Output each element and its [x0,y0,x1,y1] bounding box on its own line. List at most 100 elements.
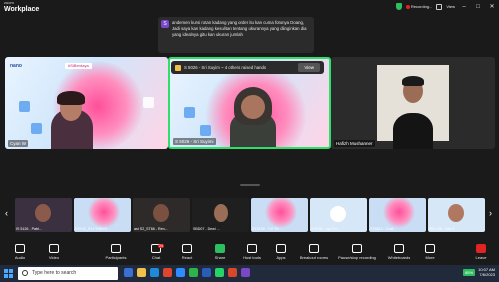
video-tile-3[interactable]: Hafizh Mushanner [331,57,495,149]
chat-button[interactable]: 24 Chat [140,244,172,260]
more-icon [425,244,435,253]
breakout-rooms-button[interactable]: Breakout rooms [298,244,330,260]
gallery-resize-handle[interactable] [240,184,260,186]
clock[interactable]: 10:07 AM 7/6/2023 [478,267,495,277]
thumbnail-label: ST5613 - Gust... [370,227,397,231]
audio-label: Audio [14,255,26,260]
thumbnail-tile[interactable]: IS 5126 - Patri... [15,198,72,232]
apps-label: Apps [276,255,286,260]
view-button[interactable]: View [298,63,320,72]
powerpoint-icon[interactable] [228,268,237,277]
shield-icon[interactable] [395,3,402,10]
view-menu[interactable]: View [446,4,455,9]
share-arrow-icon [215,244,225,253]
more-button[interactable]: More [414,244,446,260]
search-icon [22,270,28,276]
thumbnail-label: IS 5126 - Patri... [16,227,42,231]
participant-hair [57,91,85,105]
raised-hands-text: S 5026 - Sri Suyim ~ 4 others raised han… [184,65,267,70]
host-tools-button[interactable]: Host tools [236,244,268,260]
host-tools-label: Host tools [243,255,261,260]
fullscreen-icon[interactable] [436,3,443,10]
close-button[interactable]: ✕ [487,3,497,10]
taskbar-search[interactable]: Type here to search [18,267,118,280]
video-tile-1[interactable]: nano #SiBerdaya Cyan W [5,57,168,149]
thumbnail-tile[interactable]: ast S2_ST66 - Ren... [133,198,190,232]
title-bar-controls: Recording... View – □ ✕ [395,2,497,11]
thumbnail-label: ast S2_ST66 - Ren... [134,227,168,231]
zoom-icon[interactable] [176,268,185,277]
battery-indicator[interactable]: 85% [463,268,476,276]
shield-icon [247,244,257,253]
participant-name: Cyan W [8,140,29,147]
participants-icon [111,244,121,253]
participant-body [393,113,433,149]
app-title: zoom Workplace [4,1,40,14]
teams-icon[interactable] [241,268,250,277]
chat-notification[interactable]: S andemen kursi rotan kadang yang order … [158,17,314,53]
recording-label: Recording... [410,4,433,9]
edge-icon[interactable] [150,268,159,277]
thumbnail-tile[interactable]: ST5613 - Gust... [369,198,426,232]
tile-banner: #SiBerdaya [65,63,92,69]
raised-hand-icon [175,64,181,71]
participant-head [153,204,169,222]
toast-message: andemen kursi rotan kadang yang order it… [172,20,307,37]
raised-hands-bar[interactable]: S 5026 - Sri Suyim ~ 4 others raised han… [171,61,324,74]
record-dot-icon [405,4,410,9]
whatsapp-icon[interactable] [215,268,224,277]
taskbar-apps [124,268,250,277]
video-button[interactable]: Video [38,244,70,260]
participants-button[interactable]: Participants [100,244,132,260]
whiteboards-button[interactable]: Whiteboards [383,244,415,260]
chat-label: Chat [151,255,161,260]
word-icon[interactable] [202,268,211,277]
thumbnail-label: ES102_S14 SABYA... [75,227,110,231]
recording-control-label: Pause/stop recording [338,255,376,260]
maximize-button[interactable]: □ [473,4,483,10]
leave-button[interactable]: Leave [465,244,497,260]
clock-date: 7/6/2023 [479,272,495,277]
apps-button[interactable]: Apps [265,244,297,260]
share-button[interactable]: Share [204,244,236,260]
participant-head [241,95,265,119]
grid-icon [309,244,319,253]
thumbnail-tile[interactable]: S 5126 - Lyn Pu... [310,198,367,232]
chevron-right-icon[interactable]: › [489,208,492,218]
thumbnail-tile[interactable]: ST5139 - Tri7 Eli... [251,198,308,232]
background-glow [265,198,297,228]
pause-stop-recording-button[interactable]: Pause/stop recording [337,244,377,260]
participants-label: Participants [105,255,127,260]
whiteboards-label: Whiteboards [387,255,411,260]
participant-name: S 5026 - Sri Suyimi [173,138,216,145]
breakout-rooms-label: Breakout rooms [299,255,329,260]
minimize-button[interactable]: – [459,4,469,10]
thumbnail-tile[interactable]: SBD07 - Dewi ... [192,198,249,232]
chrome-icon[interactable] [163,268,172,277]
audio-button[interactable]: Audio [4,244,36,260]
participant-head [330,206,346,222]
thumbnail-label: SBD07 - Dewi ... [193,227,220,231]
thumbnail-tile[interactable]: SID 108 - Sisi Y... [428,198,485,232]
background-glow [383,198,415,228]
participant-head [448,204,464,222]
taskbar: Type here to search 85% 10:07 AM 7/6/202… [0,265,499,282]
leave-icon [476,244,486,253]
recording-indicator[interactable]: Recording... [405,4,433,9]
thumbnail-label: S 5126 - Lyn Pu... [311,227,340,231]
thumbnail-tile[interactable]: ES102_S14 SABYA... [74,198,131,232]
leave-label: Leave [475,255,487,260]
chevron-left-icon[interactable]: ‹ [5,208,8,218]
title-bar: zoom Workplace Recording... View – □ ✕ [0,0,499,14]
search-placeholder: Type here to search [32,270,77,276]
task-view-icon[interactable] [124,268,133,277]
windows-start-icon[interactable] [4,269,13,278]
file-explorer-icon[interactable] [137,268,146,277]
thumbnail-label: SID 108 - Sisi Y... [429,227,457,231]
hand-graphic-icon [200,125,211,136]
excel-icon[interactable] [189,268,198,277]
app-name: Workplace [4,6,40,13]
meeting-toolbar: Audio Video Participants 24 Chat React Sh… [0,241,499,265]
hand-graphic-icon [184,107,195,118]
react-button[interactable]: React [171,244,203,260]
